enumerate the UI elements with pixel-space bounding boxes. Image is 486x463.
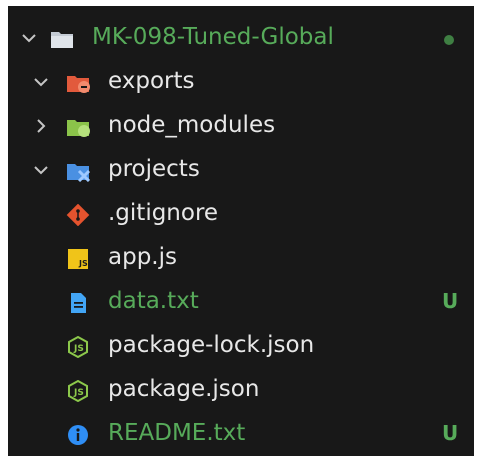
tree-item-label: package-lock.json [108, 332, 315, 358]
chevron-down-icon[interactable] [32, 73, 50, 91]
tree-item-app-js[interactable]: JS app.js [8, 236, 474, 280]
info-icon [68, 425, 88, 445]
svg-text:JS: JS [73, 344, 84, 354]
nodejs-icon: JS [68, 380, 88, 402]
tree-item-label: README.txt [108, 420, 246, 446]
folder-projects-icon [67, 164, 90, 182]
chevron-down-icon[interactable] [20, 29, 38, 47]
tree-item-label: app.js [108, 244, 177, 270]
tree-item-package-json[interactable]: JS package.json [8, 368, 474, 412]
git-untracked-badge: U [442, 289, 459, 313]
tree-item-exports[interactable]: exports [8, 60, 474, 104]
text-file-icon [71, 293, 86, 313]
svg-text:JS: JS [78, 259, 88, 268]
git-untracked-badge: U [442, 421, 459, 445]
svg-text:JS: JS [73, 388, 84, 398]
tree-item-label: exports [108, 68, 195, 94]
nodejs-icon: JS [68, 336, 88, 358]
tree-item-projects[interactable]: projects [8, 148, 474, 192]
folder-node-modules-icon [67, 120, 90, 137]
folder-exports-icon [67, 76, 90, 93]
tree-item-label: package.json [108, 376, 260, 402]
tree-item-gitignore[interactable]: .gitignore [8, 192, 474, 236]
tree-item-node-modules[interactable]: node_modules [8, 104, 474, 148]
tree-item-label: data.txt [108, 288, 199, 314]
tree-item-package-lock-json[interactable]: JS package-lock.json [8, 324, 474, 368]
tree-item-label: projects [108, 156, 200, 182]
git-status-dot [444, 35, 454, 45]
git-icon [66, 204, 90, 226]
js-file-icon: JS [68, 249, 88, 269]
tree-item-label: node_modules [108, 112, 276, 138]
tree-item-readme-txt[interactable]: README.txt U [8, 412, 474, 456]
root-folder-name: MK-098-Tuned-Global [92, 24, 334, 50]
chevron-down-icon[interactable] [32, 161, 50, 179]
chevron-right-icon[interactable] [32, 117, 50, 135]
tree-item-data-txt[interactable]: data.txt U [8, 280, 474, 324]
folder-open-icon [51, 32, 73, 48]
file-explorer: MK-098-Tuned-Global exports node_modules [8, 6, 474, 456]
tree-root-folder[interactable]: MK-098-Tuned-Global [8, 16, 474, 60]
tree-item-label: .gitignore [108, 200, 219, 226]
